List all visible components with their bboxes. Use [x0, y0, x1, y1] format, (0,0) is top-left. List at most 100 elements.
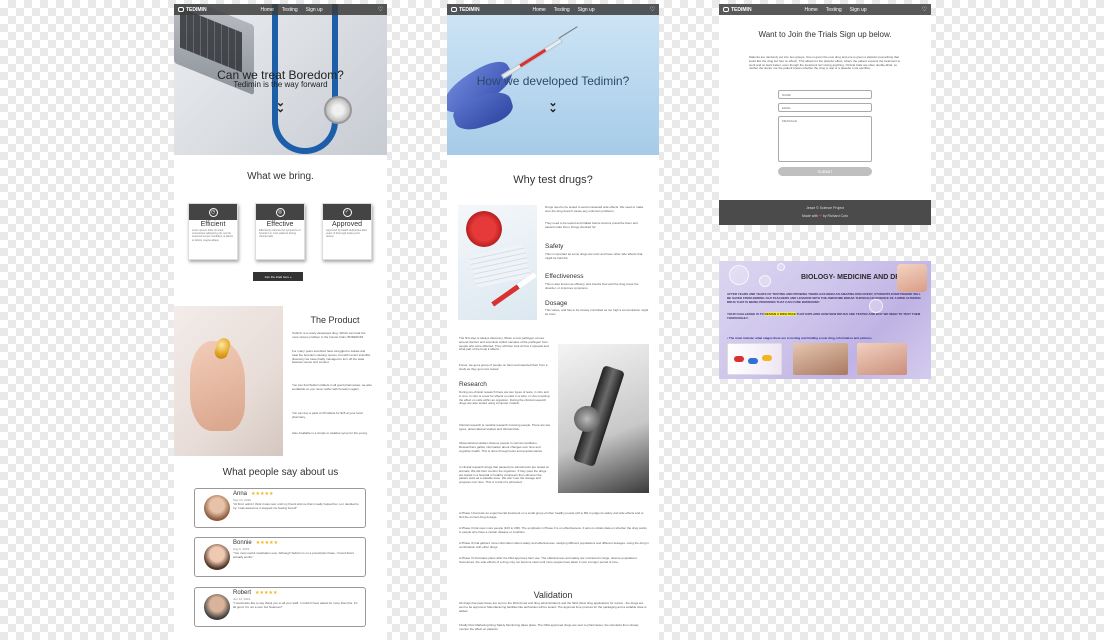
discovery-text: The first step is always discovery. When…	[459, 336, 549, 352]
join-trials-button[interactable]: Join the trials here »	[253, 272, 303, 281]
logo-icon	[723, 7, 729, 12]
footer-made: Made with	[802, 214, 818, 218]
nav-testing[interactable]: Testing	[554, 7, 570, 13]
logo-text: TEDIMIN	[186, 6, 207, 13]
why-test-title: Why test drugs?	[513, 174, 593, 186]
nav-testing[interactable]: Testing	[282, 7, 298, 13]
star-rating-icon: ★★★★★	[255, 540, 279, 546]
child-image	[857, 343, 907, 375]
pill-image	[748, 358, 758, 364]
email-field[interactable]	[778, 103, 872, 112]
phase-2-text: A Phase II trial uses more people (100 t…	[459, 526, 647, 534]
review-text: "At first I admit I think it was real, u…	[233, 502, 359, 510]
clock-icon: ◷	[208, 207, 218, 217]
card-title: Effective	[266, 221, 294, 228]
child-face-image	[897, 264, 927, 292]
panel-task-brief: BIOLOGY- MEDICINE AND DRUGS AFTER YEARS …	[719, 261, 931, 379]
submit-button[interactable]: SUBMIT	[778, 167, 872, 176]
phase-4-text: A Phase IV trial takes place after the F…	[459, 556, 638, 564]
logo-text: TEDIMIN	[459, 6, 480, 13]
footer: Jesse © Science Project Made with ❤ by R…	[719, 200, 931, 225]
nav-signup[interactable]: Sign up	[306, 7, 323, 13]
card-text: Approved by health authorities after yea…	[326, 229, 367, 239]
nav-links: Home Testing Sign up	[532, 7, 594, 13]
product-title: The Product	[310, 315, 360, 325]
logo-icon	[451, 7, 457, 12]
bubble-decoration	[729, 265, 749, 285]
intro-text: Drugs need to be tested to avoid unwante…	[545, 205, 644, 213]
card-approved: ✓ Approved Approved by health authoritie…	[322, 203, 372, 260]
footer-copyright: Jesse © Science Project	[806, 206, 844, 210]
logo[interactable]: TEDIMIN	[178, 7, 207, 13]
review-card: Anna ★★★★★ Sep 14, 2019 "At first I admit…	[194, 488, 366, 528]
signup-intro: Patients are randomly put into two group…	[749, 55, 901, 71]
reviewer-name: Robert	[233, 590, 252, 596]
message-field[interactable]	[778, 116, 872, 162]
review-name: Bonnie ★★★★★	[233, 540, 278, 546]
review-card: Bonnie ★★★★★ Aug 5, 2019 "You most useful…	[194, 537, 366, 577]
heart-icon[interactable]: ♡	[650, 6, 655, 13]
nav-signup[interactable]: Sign up	[578, 7, 595, 13]
footer-by: by Richard Cork	[822, 214, 848, 218]
syringe-image	[500, 37, 564, 80]
logo-icon	[178, 7, 184, 12]
review-name: Robert ★★★★★	[233, 590, 277, 596]
name-field[interactable]	[778, 90, 872, 99]
hero-title: How we developed Tedimin?	[476, 74, 630, 88]
dosage-heading: Dosage	[545, 300, 568, 307]
petri-dish-image	[466, 211, 502, 247]
chevron-down-icon[interactable]: ⌄ ⌄	[276, 98, 285, 115]
logo[interactable]: TEDIMIN	[723, 7, 752, 13]
dosage-text: This varies, and has to be closely contr…	[545, 308, 649, 316]
microscope-image	[558, 344, 649, 493]
heart-icon[interactable]: ♡	[922, 6, 927, 13]
footer-credit: Made with ❤ by Richard Cork	[719, 214, 931, 218]
research-text: During pre-clinical research there are t…	[459, 390, 550, 406]
effectiveness-heading: Effectiveness	[545, 273, 584, 280]
heart-icon[interactable]: ♡	[378, 6, 383, 13]
pills-image	[727, 343, 782, 375]
reviewer-name: Bonnie	[233, 540, 252, 546]
avatar	[204, 495, 230, 521]
phase-3-text: A Phase III trial gathers more informati…	[459, 541, 649, 549]
bubble-decoration	[777, 263, 785, 271]
stethoscope-head-image	[324, 96, 352, 124]
card-effective: ◎ Effective Effectively reduces the symp…	[255, 203, 305, 260]
clinical-text: Clinical research is medical research in…	[459, 423, 551, 431]
bubble-decoration	[759, 275, 771, 287]
product-paragraph: Also Available in a simple to swallow sy…	[292, 431, 368, 435]
pill-image	[762, 355, 772, 361]
nav-signup[interactable]: Sign up	[850, 7, 867, 13]
logo[interactable]: TEDIMIN	[451, 7, 480, 13]
avatar	[204, 544, 230, 570]
card-head: ✓	[323, 204, 371, 220]
navbar: TEDIMIN Home Testing Sign up ♡	[174, 4, 387, 15]
card-text: Effectively reduces the symptoms of bore…	[259, 229, 301, 239]
nav-links: Home Testing Sign up	[260, 7, 322, 13]
hero-section: How we developed Tedimin? ⌄ ⌄	[447, 4, 659, 155]
review-text: "You most useful medication ever. Althou…	[233, 551, 354, 559]
chevron-down-icon[interactable]: ⌄ ⌄	[548, 98, 557, 115]
card-text: Lorem ipsum dolor sit amet, consectetur …	[192, 229, 234, 242]
what-we-bring-title: What we bring.	[247, 171, 314, 182]
reviewer-name: Anna	[233, 491, 248, 497]
testing-image	[458, 205, 537, 320]
hero-subtitle: Tedimin is the way forward	[233, 80, 328, 89]
safety-heading: Safety	[545, 243, 564, 250]
avatar	[204, 594, 230, 620]
panel-testing-page: How we developed Tedimin? ⌄ ⌄ TEDIMIN Hom…	[447, 4, 659, 640]
star-rating-icon: ★★★★★	[255, 590, 278, 596]
card-title: Approved	[332, 221, 362, 228]
signup-title: Want to Join the Trials Sign up below.	[758, 30, 892, 39]
nav-home[interactable]: Home	[532, 7, 545, 13]
logo-text: TEDIMIN	[731, 6, 752, 13]
nav-links: Home Testing Sign up	[804, 7, 866, 13]
brief-paragraph: AFTER YEARS AND YEARS OF TESTING AND PRO…	[727, 292, 921, 304]
star-rating-icon: ★★★★★	[251, 491, 274, 497]
nav-testing[interactable]: Testing	[826, 7, 842, 13]
reviews-title: What people say about us	[222, 467, 339, 478]
target-icon: ◎	[275, 207, 285, 217]
panel-home-page: Can we treat Boredom? Tedimin is the way…	[174, 4, 387, 640]
nav-home[interactable]: Home	[804, 7, 817, 13]
nav-home[interactable]: Home	[260, 7, 273, 13]
